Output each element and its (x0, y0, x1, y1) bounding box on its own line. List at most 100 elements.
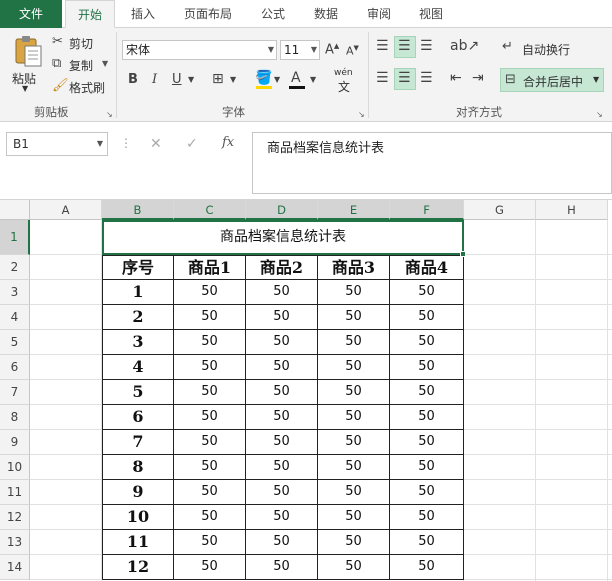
enter-icon[interactable]: ✓ (186, 136, 198, 152)
table-cell[interactable]: 11 (102, 530, 174, 555)
table-cell[interactable]: 50 (174, 555, 246, 580)
underline-button[interactable]: U (172, 72, 182, 87)
align-left-icon[interactable]: ☰ (376, 70, 389, 86)
table-cell[interactable]: 50 (390, 330, 464, 355)
tab-home[interactable]: 开始 (65, 0, 115, 28)
align-right-icon[interactable]: ☰ (420, 70, 433, 86)
table-cell[interactable]: 50 (174, 305, 246, 330)
table-header-cell[interactable]: 序号 (102, 255, 174, 280)
table-cell[interactable]: 50 (318, 355, 390, 380)
table-cell[interactable]: 50 (174, 455, 246, 480)
table-cell[interactable]: 50 (246, 555, 318, 580)
table-cell[interactable]: 5 (102, 380, 174, 405)
table-cell[interactable]: 10 (102, 505, 174, 530)
table-cell[interactable]: 50 (390, 305, 464, 330)
table-cell[interactable]: 50 (174, 355, 246, 380)
orientation-icon[interactable]: ab↗ (450, 38, 479, 54)
table-cell[interactable]: 50 (246, 305, 318, 330)
table-header-cell[interactable]: 商品1 (174, 255, 246, 280)
table-header-cell[interactable]: 商品2 (246, 255, 318, 280)
table-cell[interactable]: 50 (318, 430, 390, 455)
table-cell[interactable]: 50 (246, 280, 318, 305)
alignment-launcher-icon[interactable]: ↘ (596, 110, 603, 119)
row-header[interactable]: 10 (0, 455, 30, 480)
font-size-select[interactable]: 11 ▼ (280, 40, 320, 60)
decrease-font-icon[interactable]: A▼ (346, 44, 359, 58)
copy-button[interactable]: ⧉ 复制 ▼ (52, 56, 112, 74)
tab-view[interactable]: 视图 (410, 0, 452, 28)
worksheet-grid[interactable]: A B C D E F G H 1 2 3 4 5 6 7 8 9 10 11 12 13 14 序号 商品1… (0, 200, 612, 581)
table-cell[interactable]: 50 (246, 380, 318, 405)
table-cell[interactable]: 50 (246, 455, 318, 480)
table-cell[interactable]: 50 (318, 505, 390, 530)
table-header-cell[interactable]: 商品3 (318, 255, 390, 280)
title-cell-b1[interactable]: 商品档案信息统计表 (102, 220, 464, 255)
table-cell[interactable]: 12 (102, 555, 174, 580)
row-header[interactable]: 3 (0, 280, 30, 305)
table-cell[interactable]: 50 (390, 480, 464, 505)
borders-dropdown-icon[interactable]: ▼ (230, 75, 236, 84)
column-header-d[interactable]: D (246, 200, 318, 220)
merge-dropdown-icon[interactable]: ▼ (593, 75, 599, 84)
row-header[interactable]: 7 (0, 380, 30, 405)
table-cell[interactable]: 50 (318, 530, 390, 555)
wrap-text-button[interactable]: ↵ 自动换行 (502, 38, 582, 58)
column-header-e[interactable]: E (318, 200, 390, 220)
font-launcher-icon[interactable]: ↘ (358, 110, 365, 119)
table-cell[interactable]: 50 (246, 405, 318, 430)
increase-font-icon[interactable]: A▲ (325, 42, 339, 57)
borders-icon[interactable]: ⊞ (212, 71, 224, 87)
column-header-a[interactable]: A (30, 200, 102, 220)
tab-formulas[interactable]: 公式 (252, 0, 294, 28)
fill-color-icon[interactable]: 🪣 (255, 70, 272, 86)
insert-function-icon[interactable]: fx (222, 135, 234, 150)
phonetic-guide-button[interactable]: wén 文 (332, 68, 362, 94)
table-cell[interactable]: 50 (318, 330, 390, 355)
table-cell[interactable]: 50 (246, 430, 318, 455)
copy-dropdown-icon[interactable]: ▼ (102, 59, 108, 68)
table-cell[interactable]: 50 (246, 480, 318, 505)
table-cell[interactable]: 50 (390, 530, 464, 555)
table-cell[interactable]: 50 (174, 280, 246, 305)
table-cell[interactable]: 50 (318, 480, 390, 505)
table-cell[interactable]: 50 (318, 455, 390, 480)
table-cell[interactable]: 50 (174, 405, 246, 430)
table-cell[interactable]: 50 (318, 305, 390, 330)
cancel-icon[interactable]: ✕ (150, 136, 162, 152)
table-cell[interactable]: 6 (102, 405, 174, 430)
table-cell[interactable]: 50 (174, 480, 246, 505)
table-cell[interactable]: 2 (102, 305, 174, 330)
table-cell[interactable]: 50 (318, 380, 390, 405)
font-color-icon[interactable]: A (291, 70, 301, 86)
row-header[interactable]: 14 (0, 555, 30, 580)
font-name-select[interactable]: 宋体 ▼ (122, 40, 277, 60)
table-cell[interactable]: 50 (390, 505, 464, 530)
row-header[interactable]: 9 (0, 430, 30, 455)
cut-button[interactable]: ✂ 剪切 (52, 34, 106, 52)
tab-insert[interactable]: 插入 (122, 0, 164, 28)
table-cell[interactable]: 50 (174, 505, 246, 530)
chevron-down-icon[interactable]: ▼ (97, 133, 103, 155)
table-cell[interactable]: 8 (102, 455, 174, 480)
tab-review[interactable]: 审阅 (358, 0, 400, 28)
paste-dropdown-icon[interactable]: ▼ (22, 84, 28, 93)
increase-indent-icon[interactable]: ⇥ (472, 70, 484, 86)
column-header-b[interactable]: B (102, 200, 174, 220)
italic-button[interactable]: I (152, 72, 157, 87)
row-header[interactable]: 1 (0, 220, 30, 255)
underline-dropdown-icon[interactable]: ▼ (188, 75, 194, 84)
table-cell[interactable]: 50 (174, 380, 246, 405)
table-cell[interactable]: 50 (174, 430, 246, 455)
name-box[interactable]: B1 ▼ (6, 132, 108, 156)
table-header-cell[interactable]: 商品4 (390, 255, 464, 280)
align-top-icon[interactable]: ☰ (376, 38, 389, 54)
row-header[interactable]: 13 (0, 530, 30, 555)
fill-dropdown-icon[interactable]: ▼ (274, 75, 280, 84)
table-cell[interactable]: 1 (102, 280, 174, 305)
table-cell[interactable]: 50 (246, 355, 318, 380)
row-header[interactable]: 11 (0, 480, 30, 505)
table-cell[interactable]: 50 (318, 280, 390, 305)
tab-data[interactable]: 数据 (305, 0, 347, 28)
table-cell[interactable]: 7 (102, 430, 174, 455)
tab-file[interactable]: 文件 (0, 0, 62, 28)
